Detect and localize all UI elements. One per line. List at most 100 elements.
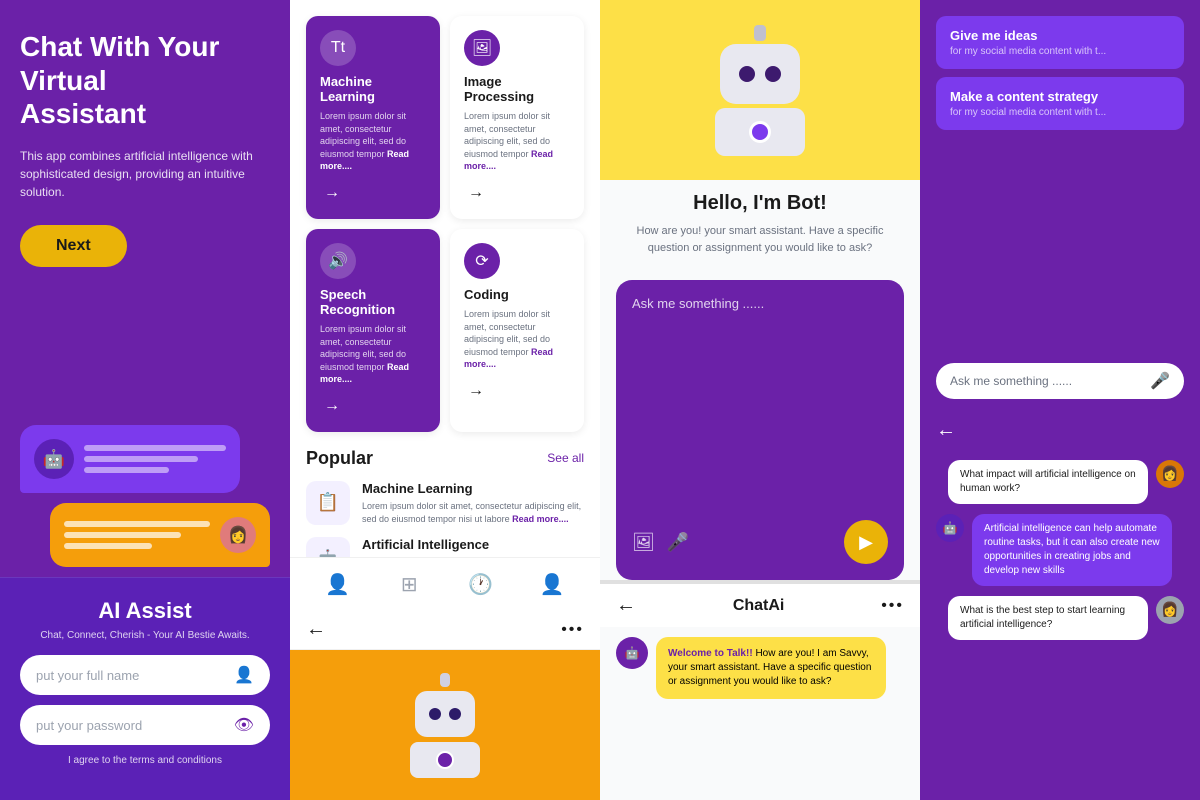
bot-greeting: Hello, I'm Bot!: [693, 192, 827, 215]
nav-profile-icon[interactable]: 👤: [538, 570, 566, 598]
robot-hero-eye-right: [765, 66, 781, 82]
hero-title: Chat With Your Virtual Assistant: [20, 30, 270, 131]
ml-arrow[interactable]: →: [320, 181, 344, 205]
sr-desc: Lorem ipsum dolor sit amet, consectetur …: [320, 323, 426, 386]
suggestion-1-title: Give me ideas: [950, 28, 1170, 43]
coding-title: Coding: [464, 287, 570, 302]
robot-hero-body: [715, 25, 805, 156]
chat-back-arrow[interactable]: ←: [616, 594, 636, 617]
image-upload-icon[interactable]: 🖼: [632, 532, 655, 553]
ask-input-row[interactable]: Ask me something ...... 🎤: [936, 363, 1184, 399]
chat-message-area: 🤖 Welcome to Talk!! How are you! I am Sa…: [600, 627, 920, 800]
ip-icon: 🖼: [464, 30, 500, 66]
sr-arrow[interactable]: →: [320, 394, 344, 418]
user-msg-2: What is the best step to start learning …: [936, 596, 1184, 640]
bot-msg-1: 🤖 Artificial intelligence can help autom…: [936, 514, 1184, 586]
popular-ai-icon: 🤖: [306, 537, 350, 557]
chat-more-options[interactable]: •••: [881, 597, 904, 615]
robot-chest-circle: [436, 751, 454, 769]
feature-card-ip[interactable]: 🖼 Image Processing Lorem ipsum dolor sit…: [450, 16, 584, 219]
ai-assist-section: AI Assist Chat, Connect, Cherish - Your …: [0, 577, 290, 800]
robot-eye-left: [429, 708, 441, 720]
feature-card-sr[interactable]: 🔊 Speech Recognition Lorem ipsum dolor s…: [306, 229, 440, 432]
sr-icon: 🔊: [320, 243, 356, 279]
feature-card-ml[interactable]: Tt Machine Learning Lorem ipsum dolor si…: [306, 16, 440, 219]
popular-item-ml[interactable]: 📋 Machine Learning Lorem ipsum dolor sit…: [306, 481, 584, 525]
suggestion-2-sub: for my social media content with t...: [950, 107, 1170, 118]
ml-desc: Lorem ipsum dolor sit amet, consectetur …: [320, 110, 426, 173]
robot-hero-eyes: [739, 66, 781, 82]
bot-image-area: [290, 650, 600, 800]
hero-section: Chat With Your Virtual Assistant This ap…: [0, 0, 290, 415]
user-msg-1: What impact will artificial intelligence…: [936, 460, 1184, 504]
nav-clock-icon[interactable]: 🕐: [467, 570, 495, 598]
popular-ai-content: Artificial Intelligence Lorem ipsum dolo…: [362, 537, 584, 557]
bot-chat-avatar: 🤖: [616, 637, 648, 669]
bot-hero-image: [600, 0, 920, 180]
panel-bot-chat: Hello, I'm Bot! How are you! your smart …: [600, 0, 920, 800]
features-section: Tt Machine Learning Lorem ipsum dolor si…: [290, 0, 600, 557]
sr-title: Speech Recognition: [320, 287, 426, 317]
coding-icon: ⟳: [464, 243, 500, 279]
next-button[interactable]: Next: [20, 225, 127, 267]
welcome-bold: Welcome to Talk!!: [668, 648, 753, 659]
see-all-link[interactable]: See all: [547, 451, 584, 465]
popular-ml-title: Machine Learning: [362, 481, 584, 496]
chat-bubble-user: 👩: [50, 503, 270, 567]
chat-line: [64, 521, 210, 527]
bot-avatar-1: 🤖: [936, 514, 964, 542]
hero-desc: This app combines artificial intelligenc…: [20, 147, 270, 201]
panel-onboarding: Chat With Your Virtual Assistant This ap…: [0, 0, 290, 800]
feature-card-coding[interactable]: ⟳ Coding Lorem ipsum dolor sit amet, con…: [450, 229, 584, 432]
bot-hero-text: Hello, I'm Bot! How are you! your smart …: [600, 180, 920, 280]
mic-icon[interactable]: 🎤: [1150, 371, 1170, 391]
send-button[interactable]: ▶: [844, 520, 888, 564]
mic-input-icon[interactable]: 🎤: [667, 532, 689, 553]
bot-icon: 🤖: [34, 439, 74, 479]
robot-hero-torso: [715, 108, 805, 156]
nav-home-icon[interactable]: 👤: [324, 570, 352, 598]
bot-sub: How are you! your smart assistant. Have …: [620, 223, 900, 256]
robot-head: [415, 691, 475, 737]
ml-title: Machine Learning: [320, 74, 426, 104]
chat-line: [64, 543, 152, 549]
user-bubble-2: What is the best step to start learning …: [948, 596, 1148, 640]
robot-eye-right: [449, 708, 461, 720]
ip-desc: Lorem ipsum dolor sit amet, consectetur …: [464, 110, 570, 173]
user-icon: 👤: [234, 665, 254, 685]
fullname-input[interactable]: put your full name 👤: [20, 655, 270, 695]
password-input[interactable]: put your password 👁: [20, 705, 270, 745]
ask-box[interactable]: Ask me something ...... 🖼 🎤 ▶: [616, 280, 904, 580]
chat-back-row: ←: [920, 411, 1200, 450]
ask-input-text: Ask me something ......: [950, 374, 1150, 388]
nav-grid-icon[interactable]: ⊞: [395, 570, 423, 598]
suggestion-card-2[interactable]: Make a content strategy for my social me…: [936, 77, 1184, 130]
suggestion-card-1[interactable]: Give me ideas for my social media conten…: [936, 16, 1184, 69]
robot-eyes: [429, 708, 461, 720]
chat-lines: [84, 445, 226, 473]
chat-history-back[interactable]: ←: [936, 419, 956, 442]
ip-title: Image Processing: [464, 74, 570, 104]
ip-arrow[interactable]: →: [464, 181, 488, 205]
panel-chat-ai: ← ChatAi ••• 🤖 Welcome to Talk!! How are…: [600, 580, 920, 800]
popular-ml-content: Machine Learning Lorem ipsum dolor sit a…: [362, 481, 584, 525]
panel-right-chat: Give me ideas for my social media conten…: [920, 0, 1200, 800]
ml-icon: Tt: [320, 30, 356, 66]
chat-line: [84, 445, 226, 451]
ask-actions: 🖼 🎤 ▶: [632, 520, 888, 564]
more-options-icon[interactable]: •••: [561, 621, 584, 639]
ai-assist-sub: Chat, Connect, Cherish - Your AI Bestie …: [20, 630, 270, 641]
features-grid: Tt Machine Learning Lorem ipsum dolor si…: [306, 16, 584, 432]
chat-lines-right: [64, 521, 210, 549]
popular-ai-title: Artificial Intelligence: [362, 537, 584, 552]
back-arrow-icon[interactable]: ←: [306, 618, 326, 641]
coding-arrow[interactable]: →: [464, 379, 488, 403]
robot-hero-antenna: [754, 25, 766, 41]
popular-item-ai[interactable]: 🤖 Artificial Intelligence Lorem ipsum do…: [306, 537, 584, 557]
bot-preview-section: ← •••: [290, 610, 600, 800]
user-avatar-2: 👩: [1156, 596, 1184, 624]
ask-icons-group: 🖼 🎤: [632, 532, 689, 553]
suggestion-1-sub: for my social media content with t...: [950, 46, 1170, 57]
robot-torso: [410, 742, 480, 778]
bot-preview-header: ← •••: [290, 610, 600, 650]
